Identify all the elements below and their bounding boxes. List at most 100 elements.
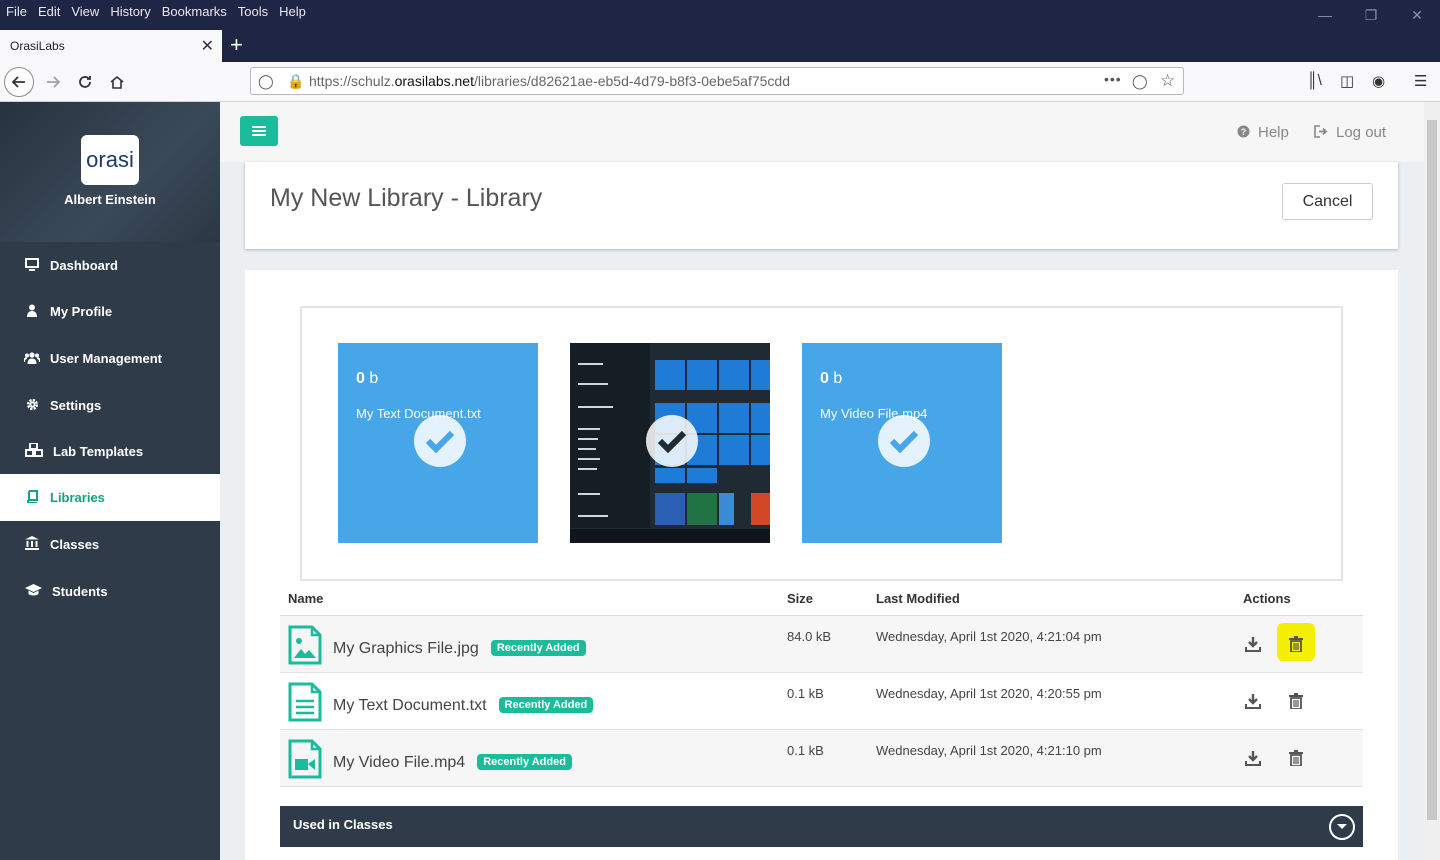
cancel-button[interactable]: Cancel (1282, 183, 1373, 220)
user-icon (24, 304, 40, 320)
recently-added-badge: Recently Added (498, 697, 594, 713)
toggle-sidebar-button[interactable] (240, 116, 278, 146)
library-icon[interactable]: ║\ (1307, 72, 1322, 89)
sidebar-item-label: Students (52, 584, 108, 599)
close-tab-icon[interactable]: ✕ (201, 36, 214, 56)
recently-added-badge: Recently Added (477, 754, 572, 770)
menu-tools[interactable]: Tools (233, 4, 273, 19)
reload-icon (79, 76, 91, 88)
account-icon[interactable]: ◉ (1372, 72, 1385, 90)
header-last-modified: Last Modified (876, 591, 960, 606)
menu-edit[interactable]: Edit (33, 4, 65, 19)
orasi-logo[interactable]: orasi (81, 135, 139, 185)
trash-icon (1289, 750, 1303, 766)
trash-icon (1289, 693, 1303, 709)
library-content: 0 b My Text Document.txt 0 b My Video Fi… (245, 270, 1398, 860)
forward-button[interactable] (38, 67, 68, 97)
bank-icon (24, 536, 40, 553)
header-name: Name (288, 591, 324, 606)
sidebar-item-my-profile[interactable]: My Profile (0, 288, 220, 335)
menu-help[interactable]: Help (274, 4, 311, 19)
browser-menubar: File Edit View History Bookmarks Tools H… (0, 0, 1440, 22)
menu-history[interactable]: History (105, 4, 155, 19)
shield-icon[interactable]: ◯ (258, 73, 274, 90)
url-bar[interactable]: ◯ 🔒 https://schulz.orasilabs.net/librari… (250, 67, 1184, 95)
sidebar-item-settings[interactable]: Settings (0, 382, 220, 429)
files-table-header: Name Size Last Modified Actions (280, 588, 1363, 616)
home-button[interactable] (102, 67, 132, 97)
sidebar-item-label: Classes (50, 537, 100, 552)
download-button[interactable] (1244, 691, 1262, 711)
delete-button[interactable] (1287, 691, 1305, 711)
pocket-icon[interactable]: ◯ (1132, 73, 1148, 90)
file-tile-image[interactable] (570, 343, 770, 543)
top-bar: ? Help Log out (220, 102, 1424, 162)
back-button[interactable] (4, 67, 34, 97)
menu-view[interactable]: View (66, 4, 104, 19)
file-tile-text[interactable]: 0 b My Text Document.txt (338, 343, 538, 543)
svg-text:?: ? (1241, 127, 1247, 137)
sidebar-item-label: Settings (50, 398, 102, 413)
reload-button[interactable] (70, 67, 100, 97)
header-size: Size (787, 591, 814, 606)
download-icon (1245, 694, 1261, 709)
sidebar-item-label: Lab Templates (53, 444, 144, 459)
used-in-classes-panel[interactable]: Used in Classes (280, 806, 1363, 847)
text-file-icon (288, 682, 322, 722)
bookmark-star-icon[interactable]: ☆ (1160, 71, 1175, 91)
book-icon (24, 489, 40, 506)
new-tab-icon[interactable]: + (230, 32, 243, 58)
question-circle-icon: ? (1237, 125, 1250, 141)
file-size: 0.1 kB (787, 686, 824, 701)
sidebar-item-dashboard[interactable]: Dashboard (0, 242, 220, 289)
download-button[interactable] (1244, 748, 1262, 768)
page-actions-icon[interactable]: ••• (1104, 71, 1122, 87)
delete-button[interactable] (1287, 748, 1305, 768)
logout-link[interactable]: Log out (1314, 124, 1386, 141)
logout-label: Log out (1336, 124, 1387, 141)
used-in-classes-label: Used in Classes (293, 817, 393, 832)
sidebar-item-user-management[interactable]: User Management (0, 335, 220, 382)
url-text: https://schulz.orasilabs.net/libraries/d… (309, 73, 791, 89)
sign-out-icon (1314, 124, 1328, 141)
page-title: My New Library - Library (270, 184, 543, 212)
menu-file[interactable]: File (1, 4, 32, 19)
page-scrollbar[interactable] (1424, 102, 1440, 860)
arrow-left-icon (11, 76, 25, 88)
users-icon (23, 351, 41, 367)
tab-bar: OrasiLabs ✕ + (0, 22, 1440, 62)
sidebar-item-students[interactable]: Students (0, 568, 220, 615)
browser-tab[interactable]: OrasiLabs ✕ (0, 30, 222, 62)
delete-button[interactable] (1287, 634, 1305, 654)
file-modified: Wednesday, April 1st 2020, 4:21:04 pm (876, 629, 1102, 644)
tile-size: 0 b (820, 370, 843, 387)
tile-file-name: My Text Document.txt (356, 406, 481, 421)
browser-navbar: ◯ 🔒 https://schulz.orasilabs.net/librari… (0, 62, 1440, 102)
sidebar-item-classes[interactable]: Classes (0, 521, 220, 568)
recently-added-badge: Recently Added (490, 640, 586, 656)
header-actions: Actions (1243, 591, 1291, 606)
hamburger-menu-icon[interactable]: ☰ (1414, 72, 1427, 90)
home-icon (110, 75, 124, 89)
graduation-cap-icon (24, 583, 42, 600)
chevron-down-icon[interactable] (1329, 814, 1355, 840)
trash-icon (1289, 636, 1303, 652)
sidebar-item-lab-templates[interactable]: Lab Templates (0, 428, 220, 475)
sidebar-toggle-icon[interactable]: ◫ (1340, 72, 1354, 90)
file-modified: Wednesday, April 1st 2020, 4:21:10 pm (876, 743, 1102, 758)
file-modified: Wednesday, April 1st 2020, 4:20:55 pm (876, 686, 1102, 701)
scrollbar-thumb[interactable] (1427, 120, 1437, 820)
menu-bookmarks[interactable]: Bookmarks (157, 4, 232, 19)
download-icon (1245, 637, 1261, 652)
help-link[interactable]: ? Help (1237, 124, 1289, 141)
download-button[interactable] (1244, 634, 1262, 654)
video-file-icon (288, 739, 322, 779)
lock-icon[interactable]: 🔒 (287, 73, 304, 90)
sidebar-item-label: Dashboard (50, 258, 118, 273)
sidebar-item-libraries[interactable]: Libraries (0, 474, 220, 521)
file-tile-video[interactable]: 0 b My Video File.mp4 (802, 343, 1002, 543)
sidebar-item-label: Libraries (50, 490, 105, 505)
file-name: My Text Document.txt Recently Added (333, 697, 594, 715)
download-icon (1245, 751, 1261, 766)
table-row: My Graphics File.jpg Recently Added 84.0 … (280, 616, 1363, 673)
